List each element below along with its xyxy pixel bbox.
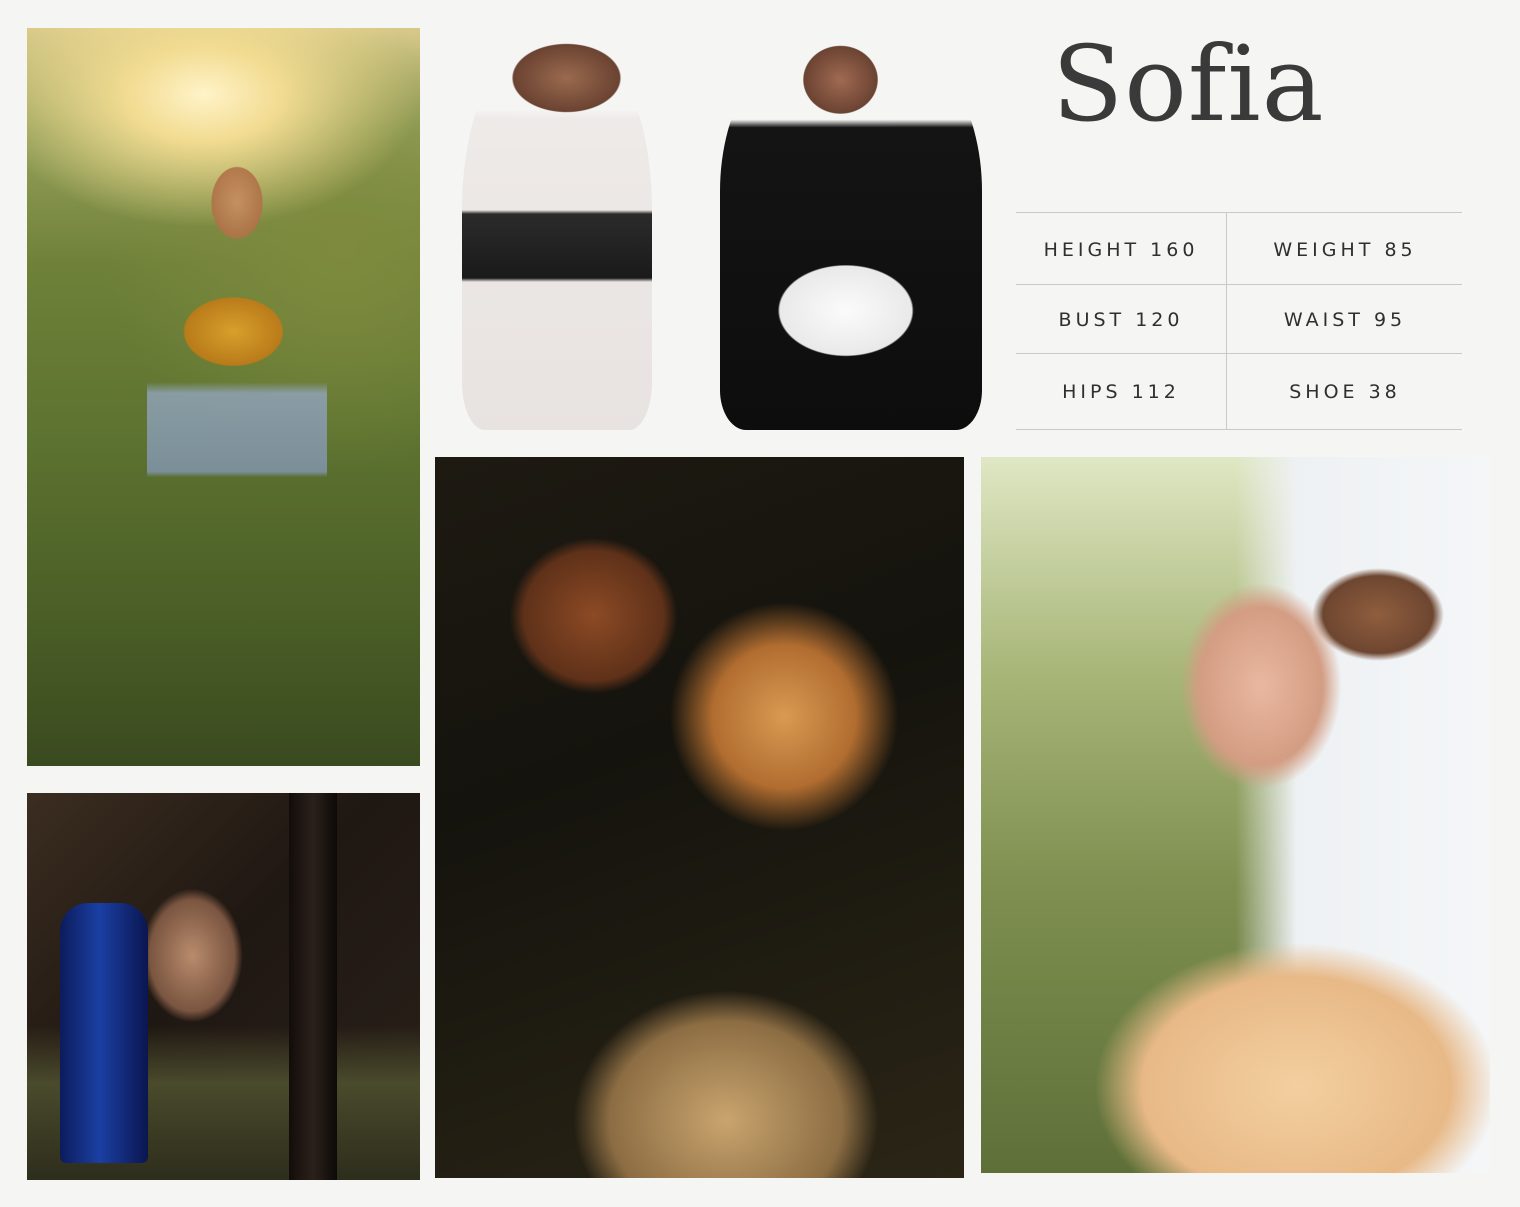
measurement-value: 95 [1373,309,1407,331]
photo-maternity-belt-front [720,32,982,430]
measurement-shoe: SHOE 38 [1240,357,1450,427]
measurement-label: BUST [1058,309,1126,331]
measurements-table: HEIGHT 160 WEIGHT 85 BUST 120 WAIST 95 H… [1016,212,1462,430]
measurement-waist: WAIST 95 [1240,285,1450,355]
blue-bottle [60,903,148,1163]
measurement-label: WAIST [1283,309,1364,331]
model-figure [147,158,327,718]
measurement-value: 120 [1135,309,1184,331]
measurement-value: 112 [1131,381,1180,403]
photo-blue-bottle-portrait [27,793,420,1180]
photo-golden-profile [435,457,964,1178]
measurement-weight: WEIGHT 85 [1240,215,1450,285]
measurement-label: WEIGHT [1273,239,1375,261]
measurement-label: HIPS [1062,381,1122,403]
photo-meadow-sunflowers [27,28,420,766]
measurement-label: HEIGHT [1043,239,1141,261]
measurement-value: 160 [1150,239,1199,261]
measurement-label: SHOE [1289,381,1359,403]
measurement-height: HEIGHT 160 [1016,215,1226,285]
table-divider [1016,212,1462,213]
wooden-post [289,793,337,1180]
table-divider [1016,429,1462,430]
photo-support-belt-back [462,30,652,430]
measurement-value: 85 [1384,239,1417,261]
measurement-value: 38 [1368,381,1401,403]
measurement-hips: HIPS 112 [1016,357,1226,427]
table-divider [1226,212,1227,430]
photo-smiling-portrait [981,457,1490,1173]
model-name-title: Sofia [1052,23,1325,145]
measurement-bust: BUST 120 [1016,285,1226,355]
